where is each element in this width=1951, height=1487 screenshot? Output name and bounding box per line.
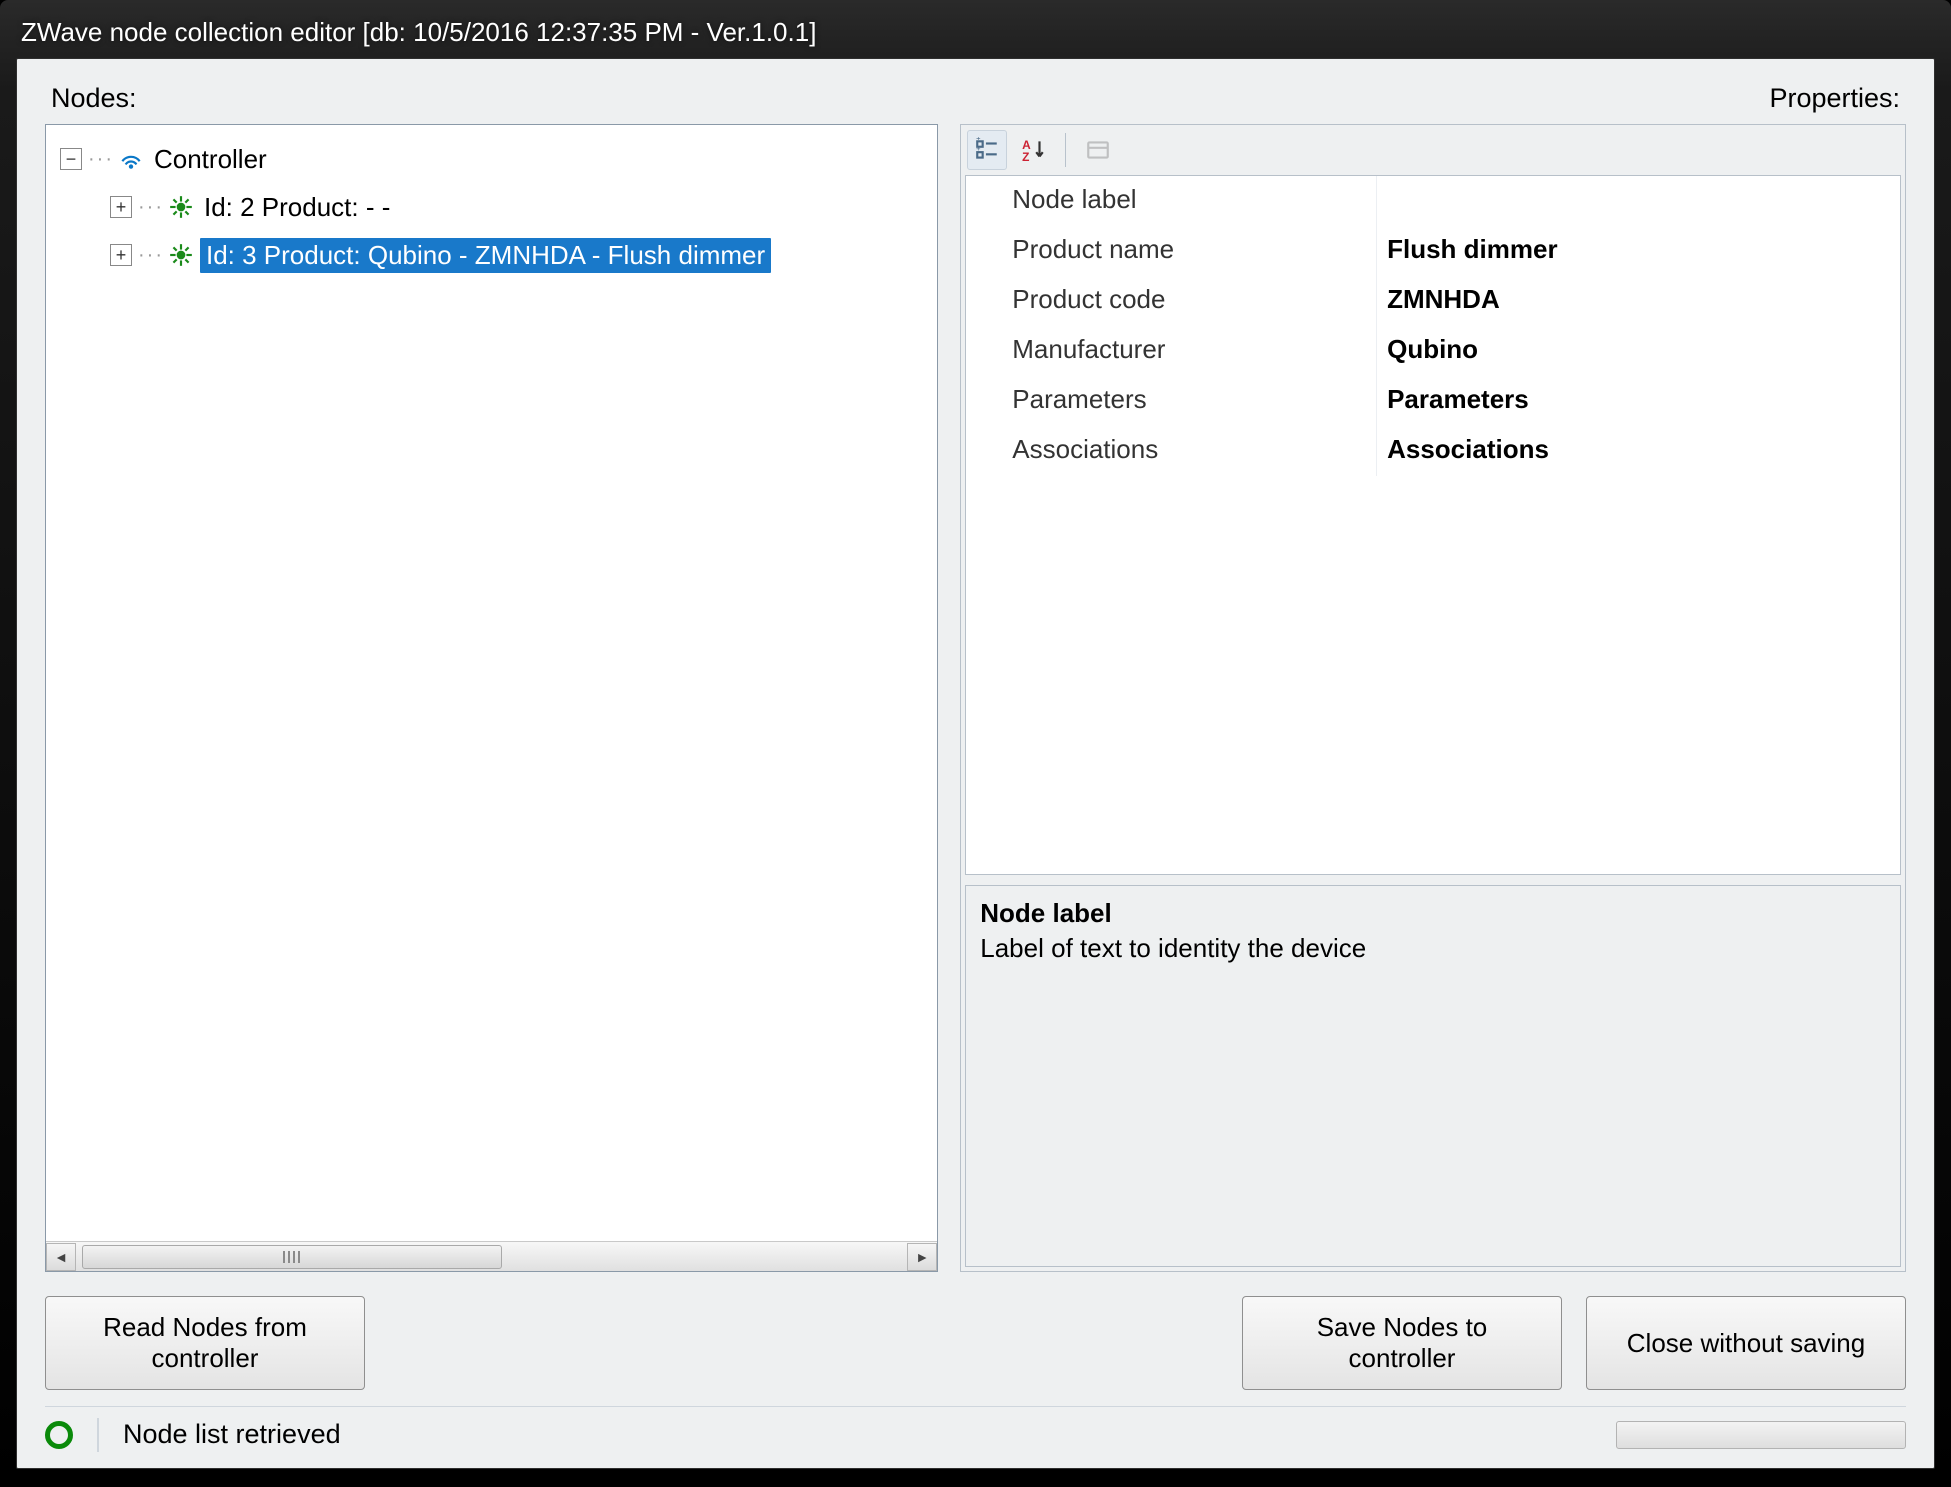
nodes-label: Nodes:: [51, 83, 137, 114]
read-nodes-button[interactable]: Read Nodes from controller: [45, 1296, 365, 1390]
expand-icon[interactable]: +: [110, 196, 132, 218]
svg-text:+: +: [976, 144, 981, 153]
tree-connector: ···: [88, 148, 114, 171]
scroll-right-icon[interactable]: ►: [907, 1243, 937, 1271]
property-value[interactable]: Associations: [1377, 426, 1900, 476]
property-value[interactable]: [1377, 176, 1900, 226]
alphabetical-view-button[interactable]: AZ: [1013, 130, 1053, 170]
property-help-panel: Node label Label of text to identity the…: [965, 885, 1901, 1267]
svg-text:Z: Z: [1022, 150, 1029, 163]
titlebar[interactable]: ZWave node collection editor [db: 10/5/2…: [5, 10, 1946, 54]
property-name: Associations: [966, 426, 1377, 476]
property-row[interactable]: Product code ZMNHDA: [966, 276, 1900, 326]
property-pages-button[interactable]: [1078, 130, 1118, 170]
property-pane: ++ AZ Node label Pro: [960, 124, 1906, 1272]
tree-root[interactable]: − ··· Controller: [54, 135, 929, 183]
tree-body[interactable]: − ··· Controller + ···: [46, 125, 937, 1241]
window-frame: ZWave node collection editor [db: 10/5/2…: [0, 0, 1951, 1487]
property-row[interactable]: Parameters Parameters: [966, 376, 1900, 426]
window-title: ZWave node collection editor [db: 10/5/2…: [21, 17, 816, 48]
properties-label: Properties:: [1769, 83, 1900, 114]
propertygrid-toolbar: ++ AZ: [961, 125, 1905, 175]
save-nodes-button[interactable]: Save Nodes to controller: [1242, 1296, 1562, 1390]
property-row[interactable]: Associations Associations: [966, 426, 1900, 476]
status-text: Node list retrieved: [123, 1419, 341, 1450]
scroll-track[interactable]: [76, 1243, 907, 1271]
property-value[interactable]: ZMNHDA: [1377, 276, 1900, 326]
property-name: Product name: [966, 226, 1377, 276]
categorized-view-button[interactable]: ++: [967, 130, 1007, 170]
property-help-desc: Label of text to identity the device: [980, 933, 1886, 964]
property-value[interactable]: Parameters: [1377, 376, 1900, 426]
property-row[interactable]: Product name Flush dimmer: [966, 226, 1900, 276]
tree-connector: ···: [138, 196, 164, 219]
zwave-node-icon: [168, 242, 194, 268]
property-help-title: Node label: [980, 898, 1886, 929]
scroll-left-icon[interactable]: ◄: [46, 1243, 76, 1271]
tree-connector: ···: [138, 244, 164, 267]
property-name: Product code: [966, 276, 1377, 326]
zwave-node-icon: [168, 194, 194, 220]
button-row: Read Nodes from controller Save Nodes to…: [45, 1296, 1906, 1390]
horizontal-scrollbar[interactable]: ◄ ►: [46, 1241, 937, 1271]
status-ok-icon: [45, 1421, 73, 1449]
tree-item[interactable]: + ··· Id: 3 Product: Qubino - ZMNHDA - F…: [54, 231, 929, 279]
close-without-saving-button[interactable]: Close without saving: [1586, 1296, 1906, 1390]
collapse-icon[interactable]: −: [60, 148, 82, 170]
toolbar-separator: [1065, 133, 1066, 167]
expand-icon[interactable]: +: [110, 244, 132, 266]
client-area: Nodes: Properties: − ··· Controller: [16, 58, 1935, 1469]
scroll-thumb[interactable]: [82, 1245, 502, 1269]
property-name: Node label: [966, 176, 1377, 226]
tree-item-label: Id: 2 Product: - -: [200, 190, 394, 225]
property-name: Parameters: [966, 376, 1377, 426]
tree-root-label: Controller: [150, 142, 271, 177]
property-row[interactable]: Node label: [966, 176, 1900, 226]
svg-text:+: +: [976, 137, 981, 142]
controller-antenna-icon: [118, 146, 144, 172]
property-grid[interactable]: Node label Product name Flush dimmer Pro…: [965, 175, 1901, 875]
tree-item-label: Id: 3 Product: Qubino - ZMNHDA - Flush d…: [200, 238, 771, 273]
property-value[interactable]: Qubino: [1377, 326, 1900, 376]
tree-pane: − ··· Controller + ···: [45, 124, 938, 1272]
property-name: Manufacturer: [966, 326, 1377, 376]
status-bar: Node list retrieved: [45, 1406, 1906, 1454]
property-row[interactable]: Manufacturer Qubino: [966, 326, 1900, 376]
property-value[interactable]: Flush dimmer: [1377, 226, 1900, 276]
tree-item[interactable]: + ··· Id: 2 Product: - -: [54, 183, 929, 231]
progress-bar: [1616, 1421, 1906, 1449]
status-separator: [97, 1418, 99, 1452]
